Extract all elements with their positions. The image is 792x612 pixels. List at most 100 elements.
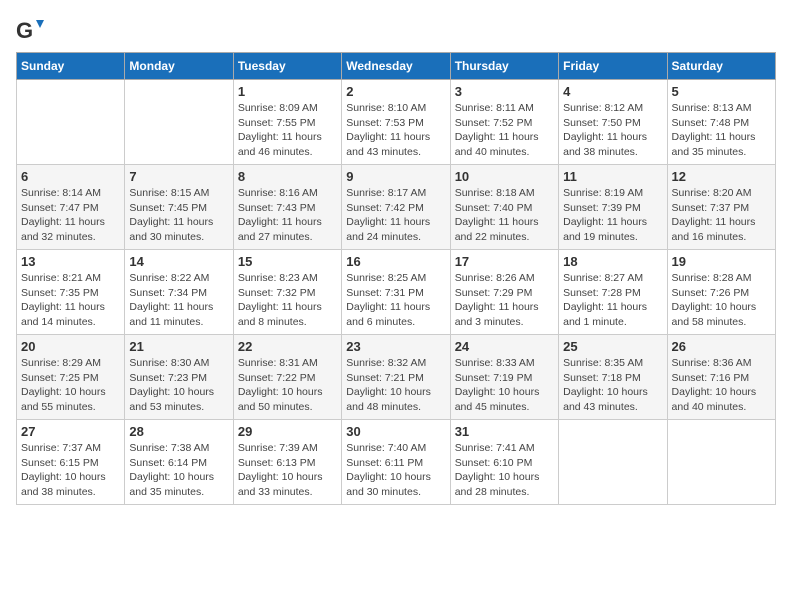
day-info: Sunrise: 8:27 AM Sunset: 7:28 PM Dayligh…: [563, 271, 662, 330]
calendar-cell: 20 Sunrise: 8:29 AM Sunset: 7:25 PM Dayli…: [17, 335, 125, 420]
day-info: Sunrise: 7:41 AM Sunset: 6:10 PM Dayligh…: [455, 441, 554, 500]
day-number: 8: [238, 169, 337, 184]
logo-icon: G: [16, 16, 44, 44]
header: G: [16, 16, 776, 44]
day-number: 31: [455, 424, 554, 439]
day-number: 22: [238, 339, 337, 354]
calendar-cell: 16 Sunrise: 8:25 AM Sunset: 7:31 PM Dayli…: [342, 250, 450, 335]
day-number: 2: [346, 84, 445, 99]
day-info: Sunrise: 8:18 AM Sunset: 7:40 PM Dayligh…: [455, 186, 554, 245]
day-number: 23: [346, 339, 445, 354]
calendar-cell: 4 Sunrise: 8:12 AM Sunset: 7:50 PM Daylig…: [559, 80, 667, 165]
day-number: 7: [129, 169, 228, 184]
day-info: Sunrise: 8:12 AM Sunset: 7:50 PM Dayligh…: [563, 101, 662, 160]
calendar-cell: 15Sunrise: 8:23 AM Sunset: 7:32 PM Dayli…: [233, 250, 341, 335]
calendar-cell: 9 Sunrise: 8:17 AM Sunset: 7:42 PM Daylig…: [342, 165, 450, 250]
calendar-cell: 18 Sunrise: 8:27 AM Sunset: 7:28 PM Dayli…: [559, 250, 667, 335]
day-number: 3: [455, 84, 554, 99]
day-info: Sunrise: 8:13 AM Sunset: 7:48 PM Dayligh…: [672, 101, 771, 160]
calendar-cell: 30 Sunrise: 7:40 AM Sunset: 6:11 PM Dayli…: [342, 420, 450, 505]
day-info: Sunrise: 8:19 AM Sunset: 7:39 PM Dayligh…: [563, 186, 662, 245]
day-number: 12: [672, 169, 771, 184]
day-info: Sunrise: 8:25 AM Sunset: 7:31 PM Dayligh…: [346, 271, 445, 330]
day-info: Sunrise: 8:17 AM Sunset: 7:42 PM Dayligh…: [346, 186, 445, 245]
day-info: Sunrise: 8:09 AM Sunset: 7:55 PM Dayligh…: [238, 101, 337, 160]
calendar-week-row: 20 Sunrise: 8:29 AM Sunset: 7:25 PM Dayli…: [17, 335, 776, 420]
day-number: 20: [21, 339, 120, 354]
day-number: 9: [346, 169, 445, 184]
day-number: 18: [563, 254, 662, 269]
svg-text:G: G: [16, 18, 33, 43]
calendar-week-row: 6 Sunrise: 8:14 AM Sunset: 7:47 PM Daylig…: [17, 165, 776, 250]
day-info: Sunrise: 8:15 AM Sunset: 7:45 PM Dayligh…: [129, 186, 228, 245]
calendar-cell: [559, 420, 667, 505]
day-info: Sunrise: 8:26 AM Sunset: 7:29 PM Dayligh…: [455, 271, 554, 330]
day-info: Sunrise: 7:37 AM Sunset: 6:15 PM Dayligh…: [21, 441, 120, 500]
weekday-header: Monday: [125, 53, 233, 80]
calendar-week-row: 27 Sunrise: 7:37 AM Sunset: 6:15 PM Dayli…: [17, 420, 776, 505]
calendar-cell: [125, 80, 233, 165]
day-info: Sunrise: 8:36 AM Sunset: 7:16 PM Dayligh…: [672, 356, 771, 415]
calendar-cell: 17 Sunrise: 8:26 AM Sunset: 7:29 PM Dayli…: [450, 250, 558, 335]
calendar-cell: 14 Sunrise: 8:22 AM Sunset: 7:34 PM Dayli…: [125, 250, 233, 335]
calendar-cell: 29 Sunrise: 7:39 AM Sunset: 6:13 PM Dayli…: [233, 420, 341, 505]
day-info: Sunrise: 8:14 AM Sunset: 7:47 PM Dayligh…: [21, 186, 120, 245]
logo: G: [16, 16, 48, 44]
day-info: Sunrise: 8:22 AM Sunset: 7:34 PM Dayligh…: [129, 271, 228, 330]
calendar-cell: 13 Sunrise: 8:21 AM Sunset: 7:35 PM Dayli…: [17, 250, 125, 335]
weekday-header: Tuesday: [233, 53, 341, 80]
calendar-week-row: 13 Sunrise: 8:21 AM Sunset: 7:35 PM Dayli…: [17, 250, 776, 335]
day-number: 16: [346, 254, 445, 269]
day-number: 28: [129, 424, 228, 439]
calendar: SundayMondayTuesdayWednesdayThursdayFrid…: [16, 52, 776, 505]
day-number: 5: [672, 84, 771, 99]
calendar-cell: 7 Sunrise: 8:15 AM Sunset: 7:45 PM Daylig…: [125, 165, 233, 250]
day-info: Sunrise: 8:20 AM Sunset: 7:37 PM Dayligh…: [672, 186, 771, 245]
day-info: Sunrise: 8:23 AM Sunset: 7:32 PM Dayligh…: [238, 271, 337, 330]
day-info: Sunrise: 8:29 AM Sunset: 7:25 PM Dayligh…: [21, 356, 120, 415]
day-number: 29: [238, 424, 337, 439]
day-info: Sunrise: 7:39 AM Sunset: 6:13 PM Dayligh…: [238, 441, 337, 500]
calendar-cell: 19Sunrise: 8:28 AM Sunset: 7:26 PM Dayli…: [667, 250, 775, 335]
calendar-cell: 3 Sunrise: 8:11 AM Sunset: 7:52 PM Daylig…: [450, 80, 558, 165]
calendar-cell: 24Sunrise: 8:33 AM Sunset: 7:19 PM Dayli…: [450, 335, 558, 420]
day-info: Sunrise: 8:32 AM Sunset: 7:21 PM Dayligh…: [346, 356, 445, 415]
day-info: Sunrise: 8:30 AM Sunset: 7:23 PM Dayligh…: [129, 356, 228, 415]
day-info: Sunrise: 8:28 AM Sunset: 7:26 PM Dayligh…: [672, 271, 771, 330]
day-info: Sunrise: 8:21 AM Sunset: 7:35 PM Dayligh…: [21, 271, 120, 330]
day-number: 6: [21, 169, 120, 184]
day-number: 30: [346, 424, 445, 439]
day-number: 17: [455, 254, 554, 269]
calendar-cell: 10 Sunrise: 8:18 AM Sunset: 7:40 PM Dayli…: [450, 165, 558, 250]
day-number: 25: [563, 339, 662, 354]
calendar-cell: 22Sunrise: 8:31 AM Sunset: 7:22 PM Dayli…: [233, 335, 341, 420]
calendar-cell: 21Sunrise: 8:30 AM Sunset: 7:23 PM Dayli…: [125, 335, 233, 420]
day-number: 13: [21, 254, 120, 269]
calendar-cell: 11 Sunrise: 8:19 AM Sunset: 7:39 PM Dayli…: [559, 165, 667, 250]
weekday-header: Sunday: [17, 53, 125, 80]
day-info: Sunrise: 8:16 AM Sunset: 7:43 PM Dayligh…: [238, 186, 337, 245]
weekday-row: SundayMondayTuesdayWednesdayThursdayFrid…: [17, 53, 776, 80]
day-number: 14: [129, 254, 228, 269]
day-info: Sunrise: 7:40 AM Sunset: 6:11 PM Dayligh…: [346, 441, 445, 500]
day-number: 4: [563, 84, 662, 99]
calendar-cell: 1 Sunrise: 8:09 AM Sunset: 7:55 PM Daylig…: [233, 80, 341, 165]
weekday-header: Wednesday: [342, 53, 450, 80]
day-number: 1: [238, 84, 337, 99]
day-number: 11: [563, 169, 662, 184]
day-info: Sunrise: 8:10 AM Sunset: 7:53 PM Dayligh…: [346, 101, 445, 160]
calendar-cell: 6 Sunrise: 8:14 AM Sunset: 7:47 PM Daylig…: [17, 165, 125, 250]
day-number: 26: [672, 339, 771, 354]
calendar-cell: 2 Sunrise: 8:10 AM Sunset: 7:53 PM Daylig…: [342, 80, 450, 165]
calendar-cell: [667, 420, 775, 505]
day-info: Sunrise: 8:11 AM Sunset: 7:52 PM Dayligh…: [455, 101, 554, 160]
day-number: 24: [455, 339, 554, 354]
calendar-cell: 5 Sunrise: 8:13 AM Sunset: 7:48 PM Daylig…: [667, 80, 775, 165]
day-info: Sunrise: 7:38 AM Sunset: 6:14 PM Dayligh…: [129, 441, 228, 500]
calendar-cell: 12 Sunrise: 8:20 AM Sunset: 7:37 PM Dayli…: [667, 165, 775, 250]
weekday-header: Thursday: [450, 53, 558, 80]
day-number: 27: [21, 424, 120, 439]
calendar-cell: 23 Sunrise: 8:32 AM Sunset: 7:21 PM Dayli…: [342, 335, 450, 420]
day-number: 10: [455, 169, 554, 184]
weekday-header: Friday: [559, 53, 667, 80]
